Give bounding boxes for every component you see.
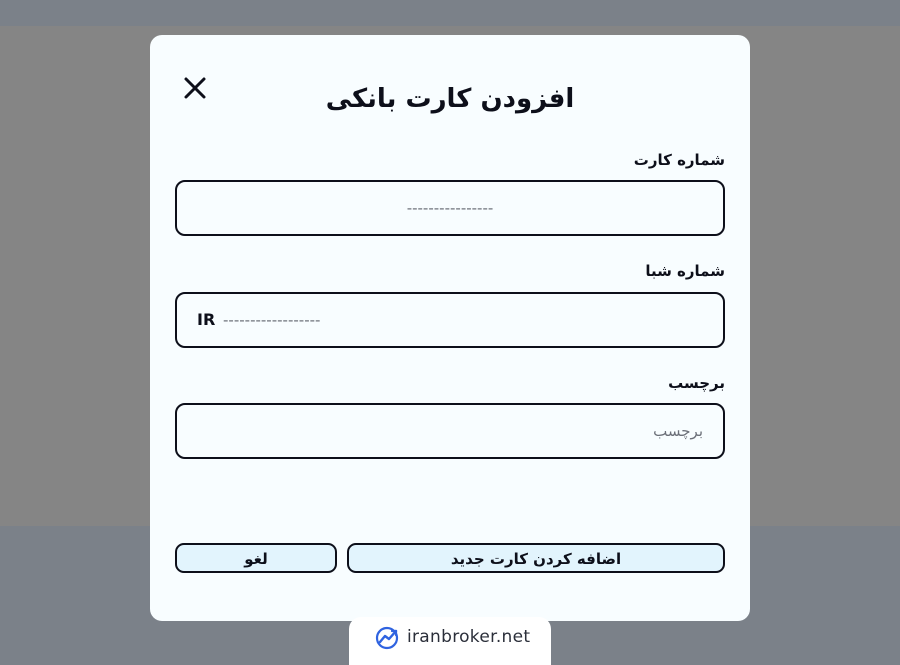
card-number-label: شماره کارت [633, 151, 725, 169]
iban-input[interactable] [223, 294, 703, 346]
cancel-button[interactable]: لغو [175, 543, 337, 573]
card-number-input[interactable] [177, 182, 723, 234]
watermark-text: iranbroker.net [407, 627, 531, 647]
tag-field-box [175, 403, 725, 459]
watermark: iranbroker.net [349, 617, 551, 665]
iban-prefix: IR [197, 310, 216, 329]
trend-chart-icon [375, 626, 399, 650]
card-number-field-box [175, 180, 725, 236]
tag-label: برچسب [668, 374, 725, 392]
dialog-title: افزودن کارت بانکی [325, 84, 575, 114]
iban-label: شماره شبا [645, 262, 725, 280]
tag-input[interactable] [197, 405, 703, 457]
backdrop-top [0, 0, 900, 26]
add-bank-card-dialog: افزودن کارت بانکی شماره کارت شماره شبا I… [150, 35, 750, 621]
add-new-card-button[interactable]: اضافه کردن کارت جدید [347, 543, 725, 573]
iban-field-box: IR [175, 292, 725, 348]
